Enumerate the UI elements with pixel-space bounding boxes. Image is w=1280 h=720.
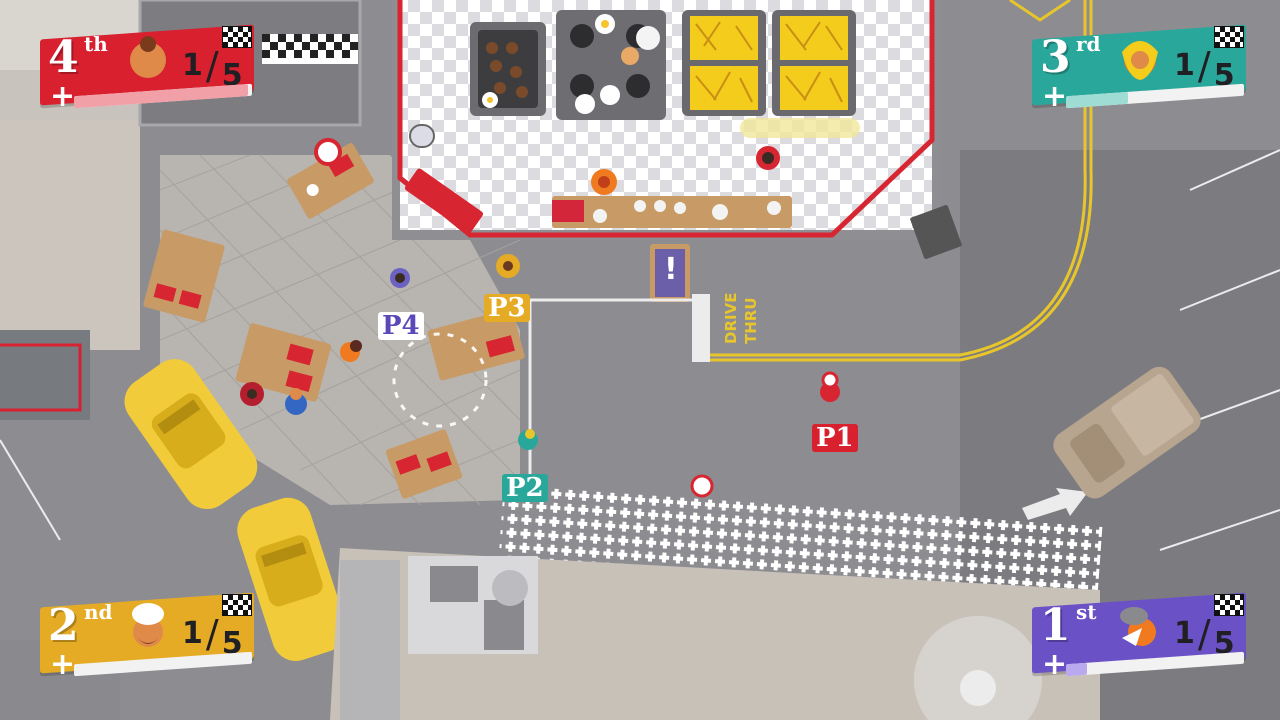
hud-lap-current: 1 xyxy=(1174,48,1196,83)
parasol xyxy=(314,138,342,166)
grey-hat-chef-avatar-icon xyxy=(1120,607,1156,646)
hud-lap-current: 1 xyxy=(182,616,204,651)
hud-rank: 1 xyxy=(1040,600,1071,651)
hud-rank-suffix: nd xyxy=(84,600,113,624)
checkered-flag-icon xyxy=(1214,26,1244,48)
hud-player-teal: 3 rd 1/5 + xyxy=(1032,22,1252,112)
road-target-marker xyxy=(690,474,714,498)
hud-lap-slash: / xyxy=(1197,44,1212,88)
cook-red xyxy=(756,146,780,170)
customer-blue xyxy=(390,268,410,288)
serving-counter xyxy=(552,196,792,228)
finish-line-top xyxy=(262,34,358,64)
hud-lap-slash: / xyxy=(1197,612,1212,656)
racer-p3 xyxy=(496,254,520,278)
hud-rank-suffix: th xyxy=(84,32,108,56)
hud-rank: 3 xyxy=(1040,32,1071,83)
hud-rank: 2 xyxy=(48,600,79,651)
plus-icon: + xyxy=(1042,647,1068,682)
hud-lap-slash: / xyxy=(205,44,220,88)
hud-rank-suffix: rd xyxy=(1076,32,1101,56)
player-tag-p4: P4 xyxy=(378,312,424,340)
drive-thru-label: DRIVE THRU xyxy=(714,293,784,350)
hud-lap-current: 1 xyxy=(182,48,204,83)
hud-rank: 4 xyxy=(48,32,79,83)
hud-player-purple: 1 st 1/5 + xyxy=(1032,590,1252,680)
hud-rank-suffix: st xyxy=(1076,600,1097,624)
building-left xyxy=(0,120,140,350)
checkered-flag-icon xyxy=(1214,594,1244,616)
checkered-flag-icon xyxy=(222,594,252,616)
drive-thru-line2: THRU xyxy=(742,297,760,344)
blonde-chef-avatar-icon xyxy=(1122,41,1158,80)
order-alert-icon: ! xyxy=(664,252,678,287)
hud-player-red: 4 th 1/5 + xyxy=(40,22,260,112)
customer-red xyxy=(240,382,264,406)
player-tag-p1: P1 xyxy=(812,424,858,452)
checkered-flag-icon xyxy=(222,26,252,48)
hud-lap-current: 1 xyxy=(1174,616,1196,651)
cook-orange xyxy=(591,169,617,195)
hud-lap-slash: / xyxy=(205,612,220,656)
white-hat-chef-avatar-icon xyxy=(132,603,164,647)
player-tag-p2: P2 xyxy=(502,474,548,502)
drive-thru-line1: DRIVE xyxy=(722,292,740,344)
plus-icon: + xyxy=(50,79,76,114)
plus-icon: + xyxy=(50,647,76,682)
drive-thru-divider xyxy=(692,294,710,362)
bearded-chef-avatar-icon xyxy=(130,36,166,78)
player-tag-p3: P3 xyxy=(484,294,530,322)
plus-icon: + xyxy=(1042,79,1068,114)
hud-boost-fill xyxy=(1066,662,1088,677)
racer-p1 xyxy=(820,371,840,402)
hud-player-yellow: 2 nd 1/5 + xyxy=(40,590,260,680)
